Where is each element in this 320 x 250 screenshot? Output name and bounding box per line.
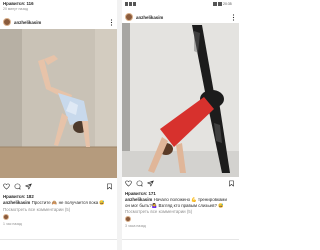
post-time: 3 часа назад	[125, 224, 146, 228]
avatar[interactable]	[3, 18, 11, 26]
notification-icon	[129, 2, 132, 6]
home-nav-icon[interactable]	[178, 243, 183, 248]
username[interactable]: anzhelikasim	[14, 20, 41, 25]
previous-post-time: 20 минут назад	[3, 7, 28, 11]
bookmark-icon[interactable]	[106, 183, 113, 190]
notification-icon	[133, 2, 136, 6]
view-comments-link[interactable]: Посмотреть все комментарии (5)	[3, 207, 70, 212]
left-post-panel: Нравится: 116 20 минут назад anzhelikasi…	[0, 0, 117, 250]
back-nav-icon[interactable]	[81, 243, 86, 248]
share-icon[interactable]	[147, 180, 154, 187]
system-nav-bar	[0, 239, 117, 250]
caption-text: Простите 🙈 не получается пока 😅	[31, 200, 105, 205]
heart-icon[interactable]	[3, 183, 10, 190]
right-post-panel: 20:35 anzhelikasim Нравится: 171 anzheli…	[122, 0, 239, 250]
recent-nav-icon[interactable]	[31, 243, 36, 248]
recent-nav-icon[interactable]	[153, 243, 158, 248]
signal-icon	[213, 2, 217, 6]
post-time: 1 час назад	[3, 222, 22, 226]
share-icon[interactable]	[25, 183, 32, 190]
post-caption: anzhelikasim Простите 🙈 не получается по…	[3, 200, 105, 205]
likes-count[interactable]: Нравится: 171	[125, 191, 156, 196]
comment-icon[interactable]	[14, 183, 21, 190]
caption-username[interactable]: anzhelikasim	[125, 197, 152, 202]
username[interactable]: anzhelikasim	[136, 15, 163, 20]
view-comments-link[interactable]: Посмотреть все комментарии (5)	[125, 209, 192, 214]
caption-text-line-2: он мог быть?🤷‍♀️ Взгляд кто правым слизь…	[125, 202, 224, 208]
avatar[interactable]	[125, 13, 133, 21]
bookmark-icon[interactable]	[228, 180, 235, 187]
more-options-icon[interactable]	[108, 18, 113, 26]
system-nav-bar	[122, 239, 239, 250]
caption-text: Начало положено 💪 тренировками	[153, 197, 227, 202]
my-avatar	[3, 213, 9, 220]
notification-icon	[125, 2, 128, 6]
likes-count[interactable]: Нравится: 182	[3, 194, 34, 199]
more-options-icon[interactable]	[230, 13, 235, 21]
status-time: 20:35	[223, 2, 232, 6]
caption-username[interactable]: anzhelikasim	[3, 200, 30, 205]
battery-icon	[218, 2, 222, 6]
previous-post-likes[interactable]: Нравится: 116	[3, 1, 34, 6]
comment-icon[interactable]	[136, 180, 143, 187]
post-photo[interactable]	[122, 23, 239, 177]
my-avatar	[125, 215, 131, 222]
post-photo[interactable]	[0, 29, 117, 178]
home-nav-icon[interactable]	[56, 243, 61, 248]
status-bar: 20:35	[122, 0, 239, 9]
heart-icon[interactable]	[125, 180, 132, 187]
back-nav-icon[interactable]	[203, 243, 208, 248]
